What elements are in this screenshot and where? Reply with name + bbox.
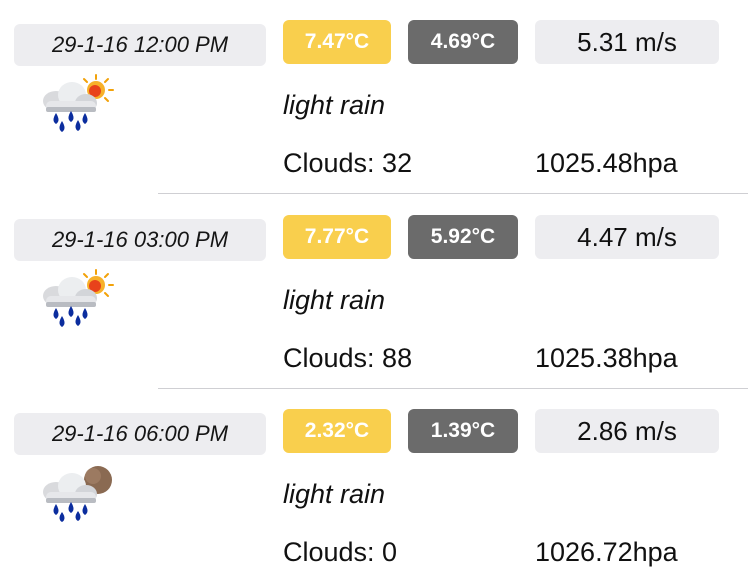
rain-cloud-moon-icon <box>43 466 112 522</box>
rain-cloud-sun-icon <box>43 74 114 132</box>
forecast-list[interactable]: 29-1-16 12:00 PM 7.47°C 4.69°C 5.31 m/s <box>0 0 748 570</box>
pressure-value: 1025.48hpa <box>535 148 678 178</box>
wind-speed: 4.47 m/s <box>535 215 719 259</box>
weather-description: light rain <box>283 90 386 120</box>
forecast-datetime: 29-1-16 06:00 PM <box>14 413 266 455</box>
row-separator <box>158 193 748 194</box>
pressure-value: 1026.72hpa <box>535 537 678 567</box>
clouds-value: Clouds: 32 <box>283 148 413 178</box>
max-temperature-badge: 7.47°C <box>283 20 391 64</box>
min-temperature-badge: 5.92°C <box>408 215 518 259</box>
min-temperature-badge: 1.39°C <box>408 409 518 453</box>
clouds-value: Clouds: 88 <box>283 343 413 373</box>
forecast-datetime: 29-1-16 03:00 PM <box>14 219 266 261</box>
wind-speed: 5.31 m/s <box>535 20 719 64</box>
clouds-value: Clouds: 0 <box>283 537 398 567</box>
forecast-row[interactable]: 29-1-16 03:00 PM 7.77°C 5.92°C 4.47 m/s <box>0 195 748 389</box>
weather-description: light rain <box>283 479 386 509</box>
min-temperature-badge: 4.69°C <box>408 20 518 64</box>
pressure-value: 1025.38hpa <box>535 343 678 373</box>
weather-description: light rain <box>283 285 386 315</box>
forecast-row[interactable]: 29-1-16 12:00 PM 7.47°C 4.69°C 5.31 m/s <box>0 0 748 194</box>
forecast-datetime: 29-1-16 12:00 PM <box>14 24 266 66</box>
wind-speed: 2.86 m/s <box>535 409 719 453</box>
forecast-row[interactable]: 29-1-16 06:00 PM 2.32°C 1.39°C 2.86 m/s <box>0 389 748 583</box>
max-temperature-badge: 7.77°C <box>283 215 391 259</box>
rain-cloud-sun-icon <box>43 269 114 327</box>
max-temperature-badge: 2.32°C <box>283 409 391 453</box>
